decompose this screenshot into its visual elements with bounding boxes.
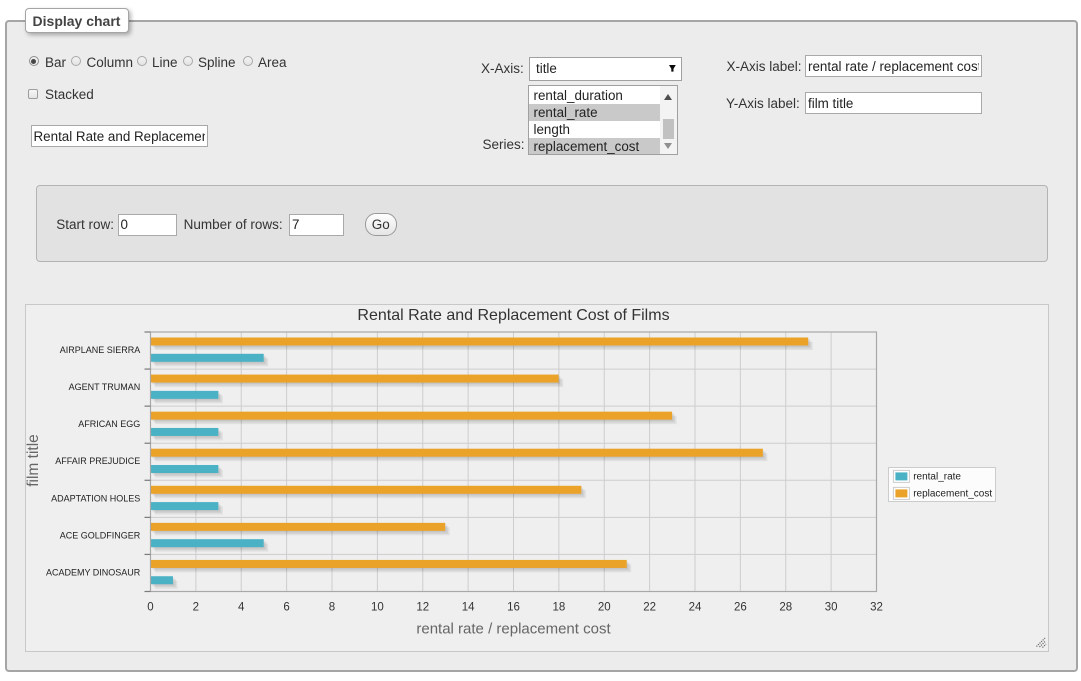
svg-text:30: 30 xyxy=(824,601,837,613)
svg-text:rental rate / replacement cost: rental rate / replacement cost xyxy=(416,620,611,637)
svg-text:16: 16 xyxy=(507,601,520,613)
svg-text:0: 0 xyxy=(147,601,153,613)
svg-text:4: 4 xyxy=(238,601,245,613)
svg-text:rental_rate: rental_rate xyxy=(913,471,961,482)
svg-text:22: 22 xyxy=(643,601,656,613)
svg-text:film title: film title xyxy=(25,434,42,487)
svg-text:6: 6 xyxy=(283,601,289,613)
svg-text:26: 26 xyxy=(733,601,746,613)
svg-text:12: 12 xyxy=(416,601,429,613)
svg-text:14: 14 xyxy=(461,601,474,613)
svg-text:18: 18 xyxy=(552,601,565,613)
svg-text:10: 10 xyxy=(370,601,383,613)
svg-text:replacement_cost: replacement_cost xyxy=(913,488,992,499)
svg-text:ACADEMY DINOSAUR: ACADEMY DINOSAUR xyxy=(45,567,140,577)
svg-text:AFFAIR PREJUDICE: AFFAIR PREJUDICE xyxy=(55,456,140,466)
svg-text:AGENT TRUMAN: AGENT TRUMAN xyxy=(68,382,140,392)
svg-text:ADAPTATION HOLES: ADAPTATION HOLES xyxy=(51,493,140,503)
svg-text:2: 2 xyxy=(192,601,198,613)
svg-text:32: 32 xyxy=(870,601,883,613)
svg-text:8: 8 xyxy=(328,601,334,613)
svg-text:24: 24 xyxy=(688,601,701,613)
svg-text:AIRPLANE SIERRA: AIRPLANE SIERRA xyxy=(59,345,140,355)
svg-text:AFRICAN EGG: AFRICAN EGG xyxy=(78,419,140,429)
svg-text:20: 20 xyxy=(597,601,610,613)
svg-text:ACE GOLDFINGER: ACE GOLDFINGER xyxy=(59,530,140,540)
svg-text:Rental Rate and Replacement Co: Rental Rate and Replacement Cost of Film… xyxy=(357,306,669,323)
svg-text:28: 28 xyxy=(779,601,792,613)
